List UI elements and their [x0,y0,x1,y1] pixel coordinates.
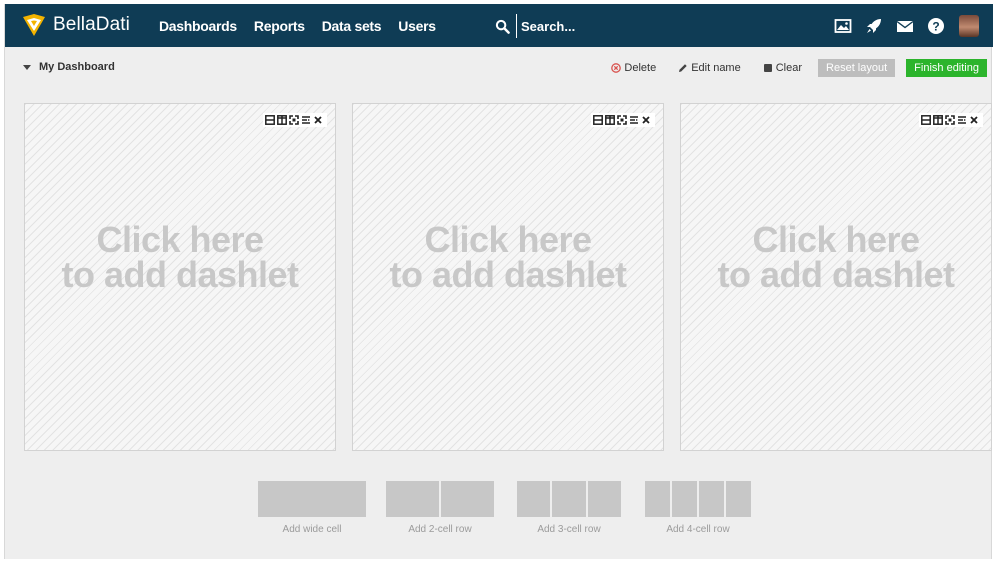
add-wide-cell-label: Add wide cell [282,524,342,535]
delete-button[interactable]: Delete [611,62,656,74]
edit-name-button[interactable]: Edit name [678,62,741,74]
cell-toolbar [263,113,327,127]
top-navigation-bar: BellaDati Dashboards Reports Data sets U… [5,4,993,47]
app-name: BellaDati [53,14,130,35]
nav-reports[interactable]: Reports [254,18,305,34]
help-icon[interactable]: ? [927,17,945,35]
svg-text:?: ? [932,19,939,33]
rows-icon[interactable] [921,115,931,125]
close-icon[interactable] [969,115,979,125]
search-box [495,13,721,39]
dashlet-cell-1[interactable]: Click here to add dashlet [24,103,336,451]
image-icon[interactable] [834,17,852,35]
reset-layout-button[interactable]: Reset layout [818,59,896,77]
pencil-icon [679,64,687,72]
two-cell-preview [386,481,494,517]
split-icon[interactable] [629,115,639,125]
dashlet-cell-2[interactable]: Click here to add dashlet [352,103,664,451]
add-4-cell-row-button[interactable]: Add 4-cell row [645,481,751,535]
prompt-line-2: to add dashlet [389,254,627,295]
prompt-line-1: Click here [424,219,592,260]
columns-icon[interactable] [277,115,287,125]
close-icon[interactable] [641,115,651,125]
app-frame: BellaDati Dashboards Reports Data sets U… [4,4,993,559]
clear-label: Clear [775,62,803,74]
prompt-line-2: to add dashlet [61,254,299,295]
delete-icon [611,63,622,73]
columns-icon[interactable] [605,115,615,125]
search-icon[interactable] [495,19,510,34]
split-icon[interactable] [957,115,967,125]
expand-icon[interactable] [617,115,627,125]
search-input[interactable] [521,18,721,34]
add-3-cell-row-button[interactable]: Add 3-cell row [517,481,621,535]
add-3-cell-row-label: Add 3-cell row [537,524,601,535]
four-cell-preview [645,481,751,517]
dashboard-toolbar: My Dashboard Delete Edit name Clear Rese… [5,47,993,87]
edit-name-label: Edit name [691,62,741,74]
three-cell-preview [517,481,621,517]
rocket-icon[interactable] [865,17,883,35]
nav-users[interactable]: Users [398,18,436,34]
prompt-line-1: Click here [752,219,920,260]
wide-cell-preview [258,481,366,517]
add-dashlet-prompt: Click here to add dashlet [353,219,663,295]
nav-dashboards[interactable]: Dashboards [159,18,237,34]
caret-down-icon [23,64,31,70]
cell-toolbar [591,113,655,127]
add-dashlet-prompt: Click here to add dashlet [681,219,991,295]
expand-icon[interactable] [945,115,955,125]
header-actions: ? [821,4,979,47]
mail-icon[interactable] [896,17,914,35]
belladati-logo-icon [23,14,45,36]
cell-toolbar [919,113,983,127]
add-dashlet-prompt: Click here to add dashlet [25,219,335,295]
logo[interactable]: BellaDati [21,12,130,38]
clear-button[interactable]: Clear [763,62,802,74]
prompt-line-1: Click here [96,219,264,260]
clear-icon [763,64,772,72]
delete-label: Delete [624,62,657,74]
search-separator [516,14,517,38]
add-2-cell-row-button[interactable]: Add 2-cell row [386,481,494,535]
nav-data-sets[interactable]: Data sets [322,18,382,34]
dashboard-actions: Delete Edit name Clear Reset layout Fini… [589,59,987,77]
expand-icon[interactable] [289,115,299,125]
dashlet-cell-3[interactable]: Click here to add dashlet [680,103,992,451]
columns-icon[interactable] [933,115,943,125]
add-wide-cell-button[interactable]: Add wide cell [258,481,366,535]
rows-icon[interactable] [265,115,275,125]
layout-adders: Add wide cell Add 2-cell row Add 3-cell … [5,481,993,541]
dashboard-title-text: My Dashboard [39,61,115,73]
finish-editing-button[interactable]: Finish editing [906,59,987,77]
add-2-cell-row-label: Add 2-cell row [408,524,472,535]
dashboard-title[interactable]: My Dashboard [23,61,115,73]
user-avatar[interactable] [959,14,979,37]
main-nav: Dashboards Reports Data sets Users [159,4,453,47]
split-icon[interactable] [301,115,311,125]
rows-icon[interactable] [593,115,603,125]
add-4-cell-row-label: Add 4-cell row [666,524,730,535]
close-icon[interactable] [313,115,323,125]
prompt-line-2: to add dashlet [717,254,955,295]
